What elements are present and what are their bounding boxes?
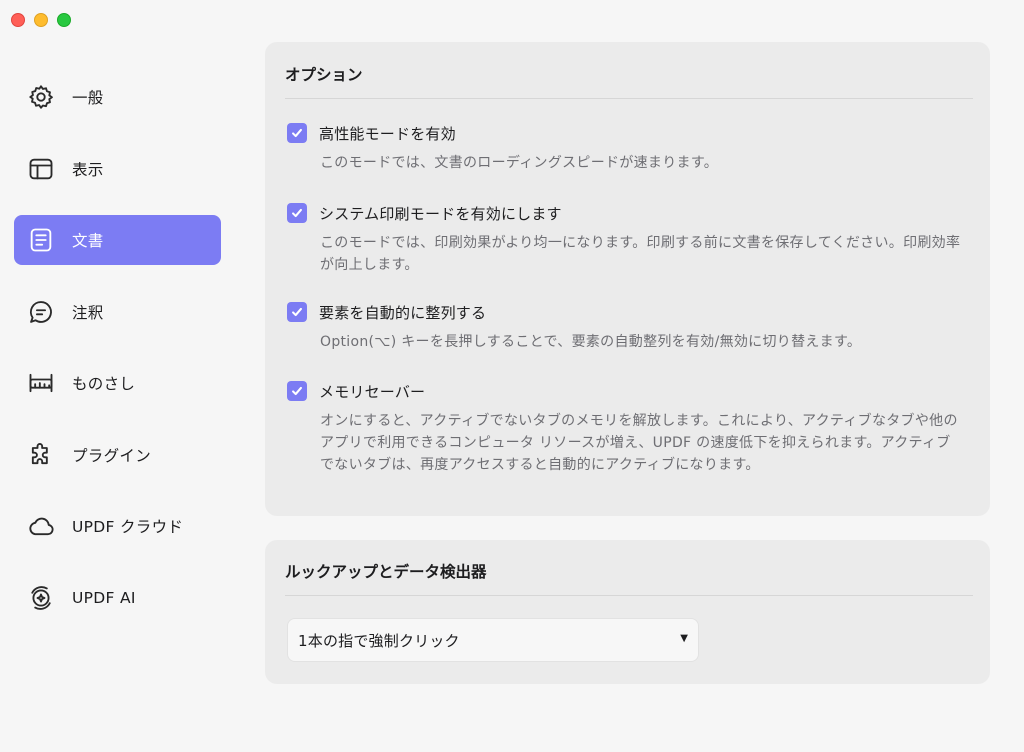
comment-icon: [26, 297, 56, 327]
preferences-window: 一般 表示 文書 注釈 ものさし プラグイン UPDF クラウド UPDF AI…: [0, 0, 1024, 752]
sidebar: 一般 表示 文書 注釈 ものさし プラグイン UPDF クラウド UPDF AI: [14, 72, 221, 644]
sidebar-item-display[interactable]: 表示: [14, 144, 221, 194]
sidebar-item-plugins[interactable]: プラグイン: [14, 430, 221, 480]
option-description: オンにすると、アクティブでないタブのメモリを解放します。これにより、アクティブな…: [320, 413, 958, 473]
options-title: オプション: [285, 66, 363, 84]
sidebar-item-ai[interactable]: UPDF AI: [14, 573, 221, 623]
document-icon: [26, 225, 56, 255]
option-title: システム印刷モードを有効にします: [319, 204, 562, 223]
memory-saver-checkbox[interactable]: [287, 381, 307, 401]
option-title: 要素を自動的に整列する: [319, 303, 487, 322]
divider: [285, 98, 973, 99]
option-title: メモリセーバー: [319, 382, 426, 401]
checkmark-icon: [292, 208, 302, 218]
lookup-panel: ルックアップとデータ検出器 1本の指で強制クリック ▼: [265, 540, 990, 684]
option-auto-align: 要素を自動的に整列する Option(⌥) キーを長押しすることで、要素の自動整…: [287, 301, 962, 353]
sidebar-item-cloud[interactable]: UPDF クラウド: [14, 501, 221, 551]
sidebar-item-document[interactable]: 文書: [14, 215, 221, 265]
gear-icon: [26, 82, 56, 112]
option-system-print: システム印刷モードを有効にします このモードでは、印刷効果がより均一になります。…: [287, 202, 962, 276]
sidebar-item-label: UPDF クラウド: [72, 518, 184, 536]
lookup-title: ルックアップとデータ検出器: [285, 563, 487, 581]
force-click-dropdown[interactable]: 1本の指で強制クリック ▼: [287, 618, 699, 662]
layout-icon: [26, 154, 56, 184]
sidebar-item-label: 表示: [72, 160, 104, 179]
sidebar-item-label: 文書: [72, 232, 104, 250]
minimize-window-button[interactable]: [34, 13, 48, 27]
option-description: このモードでは、印刷効果がより均一になります。印刷する前に文書を保存してください…: [320, 235, 961, 273]
dropdown-value: 1本の指で強制クリック: [298, 631, 460, 650]
option-memory-saver: メモリセーバー オンにすると、アクティブでないタブのメモリを解放します。これによ…: [287, 380, 962, 476]
chevron-down-icon: ▼: [680, 633, 688, 644]
cloud-icon: [26, 511, 56, 541]
options-panel: オプション 高性能モードを有効 このモードでは、文書のローディングスピードが速ま…: [265, 42, 990, 516]
sidebar-item-label: 注釈: [72, 303, 104, 322]
option-high-performance: 高性能モードを有効 このモードでは、文書のローディングスピードが速まります。: [287, 122, 962, 174]
ai-icon: [26, 583, 56, 613]
sidebar-item-label: ものさし: [72, 375, 136, 393]
close-window-button[interactable]: [11, 13, 25, 27]
option-description: このモードでは、文書のローディングスピードが速まります。: [320, 155, 719, 171]
divider: [285, 595, 973, 596]
sidebar-item-label: プラグイン: [72, 446, 152, 465]
checkmark-icon: [292, 307, 302, 317]
system-print-checkbox[interactable]: [287, 203, 307, 223]
option-description: Option(⌥) キーを長押しすることで、要素の自動整列を有効/無効に切り替え…: [320, 334, 862, 350]
window-controls: [11, 13, 71, 27]
puzzle-icon: [26, 440, 56, 470]
checkmark-icon: [292, 128, 302, 138]
auto-align-checkbox[interactable]: [287, 302, 307, 322]
checkmark-icon: [292, 386, 302, 396]
sidebar-item-annotation[interactable]: 注釈: [14, 287, 221, 337]
sidebar-item-label: 一般: [72, 89, 104, 107]
sidebar-item-label: UPDF AI: [72, 588, 136, 607]
high-performance-checkbox[interactable]: [287, 123, 307, 143]
zoom-window-button[interactable]: [57, 13, 71, 27]
option-title: 高性能モードを有効: [319, 124, 456, 143]
sidebar-item-ruler[interactable]: ものさし: [14, 358, 221, 408]
ruler-icon: [26, 368, 56, 398]
sidebar-item-general[interactable]: 一般: [14, 72, 221, 122]
